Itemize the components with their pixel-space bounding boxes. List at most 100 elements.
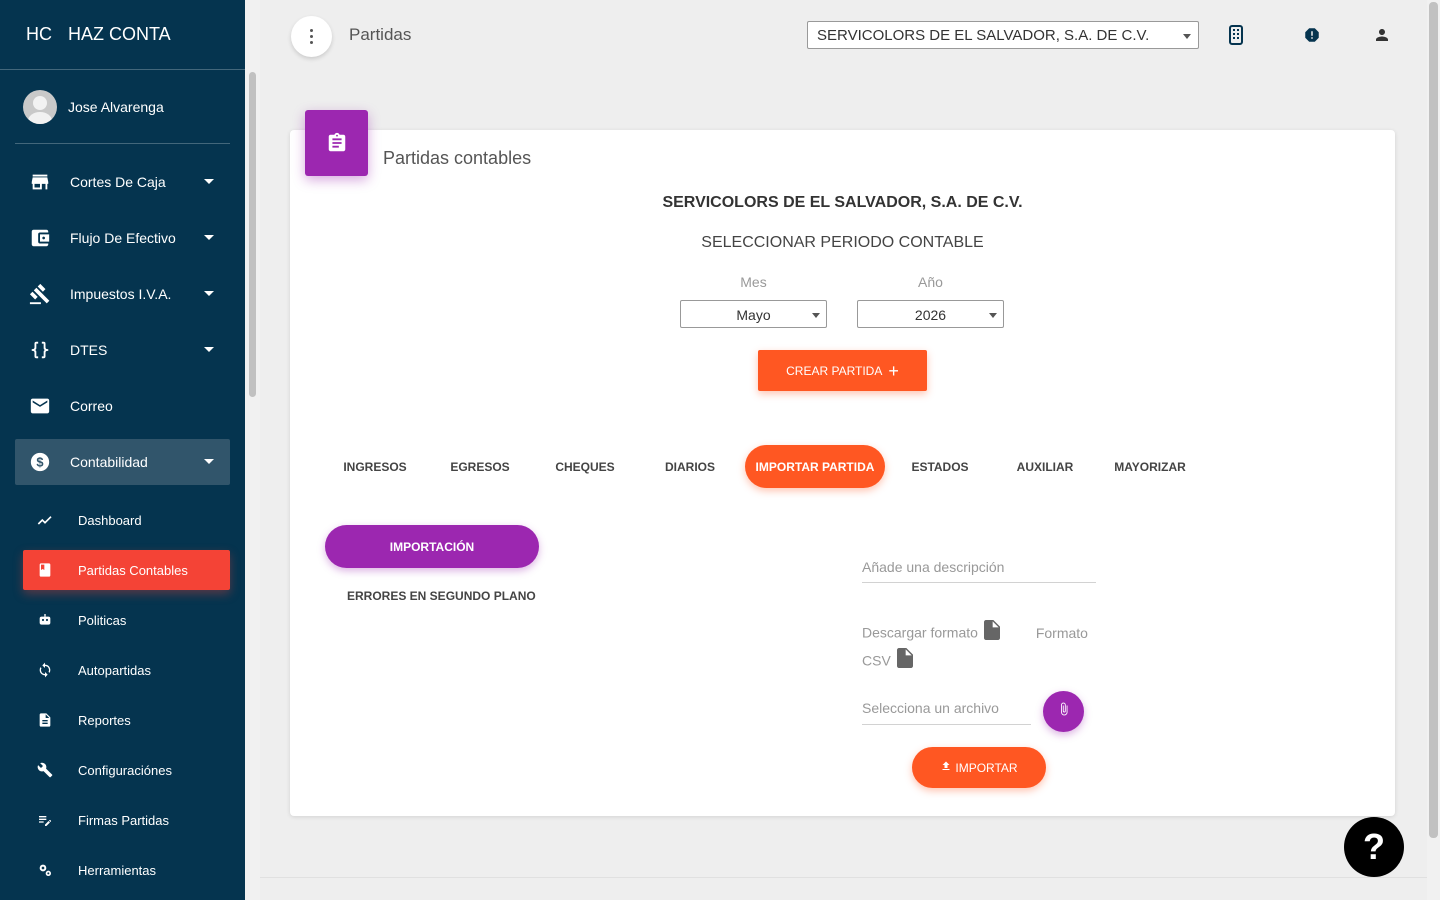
avatar: [23, 90, 57, 124]
sidebar-subitem-partidas-contables[interactable]: Partidas Contables: [23, 550, 230, 590]
sidebar-item-label: Contabilidad: [70, 454, 148, 470]
file-icon[interactable]: [983, 620, 1000, 648]
sidebar-subitem-label: Dashboard: [78, 512, 142, 528]
user-profile[interactable]: Jose Alvarenga: [23, 90, 164, 124]
book-icon: [37, 562, 53, 578]
month-select-value: Mayo: [736, 307, 771, 323]
tab-cheques[interactable]: CHEQUES: [535, 445, 635, 488]
sidebar-subitem-label: Autopartidas: [78, 662, 151, 678]
month-label: Mes: [740, 274, 767, 290]
sidebar-item-label: DTES: [70, 342, 108, 358]
sidebar: HC HAZ CONTA Jose Alvarenga Cortes De Ca…: [0, 0, 260, 900]
errors-background-link[interactable]: ERRORES EN SEGUNDO PLANO: [347, 589, 536, 603]
user-name: Jose Alvarenga: [68, 99, 164, 115]
alert-icon[interactable]: [1301, 24, 1323, 46]
importacion-tab[interactable]: IMPORTACIÓN: [325, 525, 539, 568]
help-button[interactable]: ?: [1344, 817, 1404, 877]
year-select[interactable]: 2026: [857, 300, 1004, 328]
year-label: Año: [918, 274, 943, 290]
sidebar-item-label: Impuestos I.V.A.: [70, 286, 172, 302]
format-csv-link-part2[interactable]: CSV: [862, 653, 891, 669]
chevron-down-icon: [204, 235, 214, 240]
tab-diarios[interactable]: DIARIOS: [640, 445, 740, 488]
chevron-down-icon: [204, 347, 214, 352]
sidebar-item-label: Flujo De Efectivo: [70, 230, 176, 246]
sidebar-subitem-label: Partidas Contables: [78, 562, 188, 578]
sync-icon: [37, 662, 53, 678]
chevron-down-icon: [812, 313, 820, 318]
chevron-down-icon: [204, 459, 214, 464]
period-heading: SELECCIONAR PERIODO CONTABLE: [701, 234, 984, 251]
card-title: Partidas contables: [383, 148, 532, 168]
sidebar-subitem-dashboard[interactable]: Dashboard: [23, 500, 230, 540]
importar-label: IMPORTAR: [955, 760, 1018, 775]
divider: [15, 143, 230, 144]
brand-name: HAZ CONTA: [68, 24, 171, 44]
company-select-value: SERVICOLORS DE EL SALVADOR, S.A. DE C.V.: [817, 27, 1150, 44]
user-icon[interactable]: [1371, 24, 1393, 46]
sidebar-subitem-autopartidas[interactable]: Autopartidas: [23, 650, 230, 690]
sidebar-subitem-label: Firmas Partidas: [78, 812, 170, 828]
brand[interactable]: HC HAZ CONTA: [0, 0, 245, 70]
chevron-down-icon: [1183, 34, 1191, 39]
dollar-icon: $: [29, 451, 51, 473]
tab-egresos[interactable]: EGRESOS: [430, 445, 530, 488]
footer-divider: [260, 877, 1427, 878]
attach-file-button[interactable]: [1043, 691, 1084, 732]
tab-auxiliar[interactable]: AUXILIAR: [995, 445, 1095, 488]
trending-icon: [37, 512, 53, 528]
sidebar-scrollbar-thumb[interactable]: [249, 72, 256, 397]
sidebar-item-dtes[interactable]: DTES: [15, 327, 230, 373]
settings-icon: [37, 862, 53, 878]
sidebar-item-impuestos[interactable]: Impuestos I.V.A.: [15, 271, 230, 317]
main-scrollbar-thumb[interactable]: [1429, 2, 1438, 838]
chevron-down-icon: [204, 179, 214, 184]
sidebar-item-contabilidad[interactable]: $ Contabilidad: [15, 439, 230, 485]
mail-icon: [29, 395, 51, 417]
store-icon: [29, 171, 51, 193]
sidebar-subitem-configuraciones[interactable]: Configuraciónes: [23, 750, 230, 790]
download-format-link[interactable]: Descargar formato: [862, 625, 978, 641]
sidebar-subitem-firmas-partidas[interactable]: Firmas Partidas: [23, 800, 230, 840]
company-select[interactable]: SERVICOLORS DE EL SALVADOR, S.A. DE C.V.: [807, 21, 1199, 49]
sidebar-subitem-politicas[interactable]: Politicas: [23, 600, 230, 640]
gavel-icon: [29, 283, 51, 305]
dot: [310, 35, 313, 38]
building-icon[interactable]: [1225, 24, 1247, 46]
sidebar-subitem-herramientas[interactable]: Herramientas: [23, 850, 230, 890]
tab-ingresos[interactable]: INGRESOS: [325, 445, 425, 488]
sidebar-subitem-label: Herramientas: [78, 862, 157, 878]
robot-icon: [37, 612, 53, 628]
sidebar-item-label: Correo: [70, 398, 113, 414]
importar-button[interactable]: IMPORTAR: [912, 747, 1046, 788]
svg-text:$: $: [36, 455, 43, 470]
sidebar-subitem-label: Configuraciónes: [78, 762, 172, 778]
sidebar-item-correo[interactable]: Correo: [15, 383, 230, 429]
month-select[interactable]: Mayo: [680, 300, 827, 328]
clipboard-icon: [305, 110, 368, 176]
company-heading: SERVICOLORS DE EL SALVADOR, S.A. DE C.V.: [662, 194, 1023, 211]
format-csv-link-part1[interactable]: Formato: [1036, 625, 1088, 641]
tab-mayorizar[interactable]: MAYORIZAR: [1100, 445, 1200, 488]
wallet-icon: [29, 227, 51, 249]
file-icon[interactable]: [896, 648, 913, 676]
create-partida-label: CREAR PARTIDA: [786, 363, 883, 378]
tab-importar-partida[interactable]: IMPORTAR PARTIDA: [745, 445, 885, 488]
menu-toggle-button[interactable]: [291, 16, 332, 57]
dot: [310, 41, 313, 44]
sidebar-item-cortes-de-caja[interactable]: Cortes De Caja: [15, 159, 230, 205]
sidebar-item-flujo-de-efectivo[interactable]: Flujo De Efectivo: [15, 215, 230, 261]
create-partida-button[interactable]: CREAR PARTIDA +: [758, 350, 927, 391]
tab-estados[interactable]: ESTADOS: [890, 445, 990, 488]
upload-icon: [940, 760, 952, 775]
sidebar-subitem-reportes[interactable]: Reportes: [23, 700, 230, 740]
paperclip-icon: [1057, 699, 1071, 724]
plus-icon: +: [888, 360, 899, 381]
chevron-down-icon: [204, 291, 214, 296]
file-select-input[interactable]: Selecciona un archivo: [862, 694, 1031, 725]
sidebar-subitem-label: Reportes: [78, 712, 131, 728]
edit-note-icon: [37, 812, 53, 828]
page-title: Partidas: [349, 25, 412, 44]
download-format-area: Descargar formato Formato CSV: [862, 620, 1102, 676]
description-input[interactable]: [862, 552, 1096, 583]
